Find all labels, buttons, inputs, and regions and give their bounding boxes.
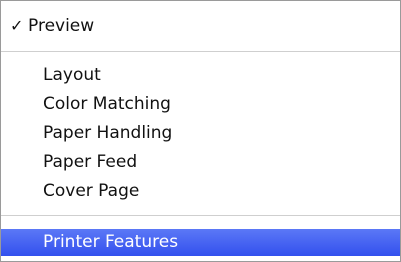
menu-item-label: Paper Feed [43, 152, 138, 172]
menu-item-label: Color Matching [43, 94, 171, 114]
menu-item-printer-features[interactable]: Printer Features [1, 229, 400, 256]
menu-item-paper-handling[interactable]: Paper Handling [1, 121, 400, 145]
menu-item-paper-feed[interactable]: Paper Feed [1, 150, 400, 174]
menu-separator [1, 215, 400, 216]
menu-item-preview[interactable]: ✓ Preview [1, 14, 400, 38]
menu-item-color-matching[interactable]: Color Matching [1, 92, 400, 116]
menu-item-layout[interactable]: Layout [1, 63, 400, 87]
checkmark-icon: ✓ [10, 16, 24, 35]
menu-item-label: Preview [28, 16, 95, 36]
menu-item-label: Layout [43, 65, 101, 85]
print-options-popup-menu: ✓ Preview Layout Color Matching Paper Ha… [0, 0, 401, 262]
menu-item-label: Printer Features [43, 232, 179, 252]
menu-item-cover-page[interactable]: Cover Page [1, 179, 400, 203]
menu-separator [1, 51, 400, 52]
menu-item-label: Cover Page [43, 181, 140, 201]
menu-item-label: Paper Handling [43, 123, 173, 143]
